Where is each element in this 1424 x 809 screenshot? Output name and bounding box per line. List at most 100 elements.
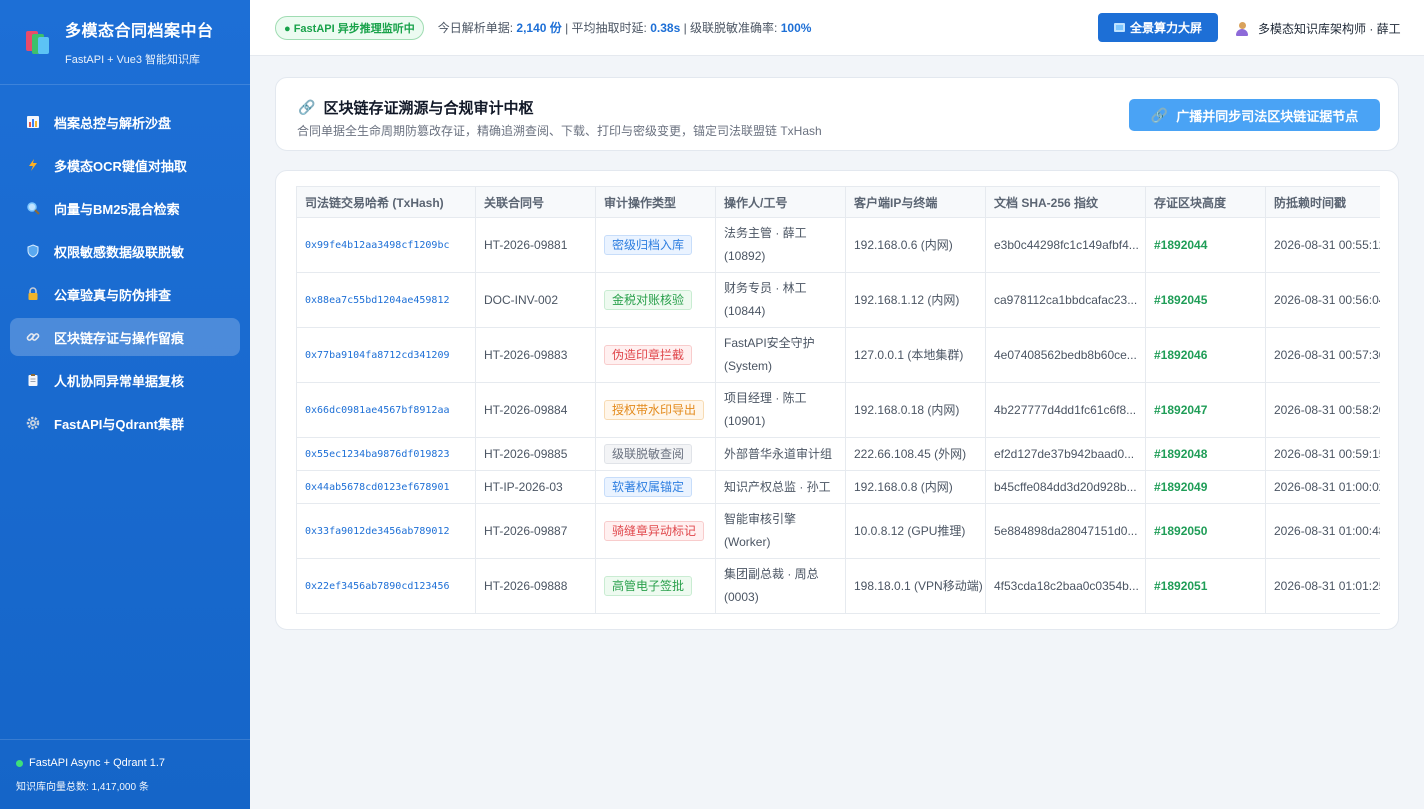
client-ip-cell: 222.66.108.45 (外网) xyxy=(845,437,986,471)
block-height-cell: #1892047 xyxy=(1145,382,1266,438)
sidebar-item-seal[interactable]: 公章验真与防伪排查 xyxy=(10,275,240,313)
tx-hash-cell[interactable]: 0x22ef3456ab7890cd123456 xyxy=(296,558,476,614)
tx-hash[interactable]: 0x55ec1234ba9876df019823 xyxy=(305,449,450,460)
contract-id-cell: HT-2026-09885 xyxy=(475,437,596,471)
monitor-icon xyxy=(1113,23,1125,32)
timestamp-cell: 2026-08-31 00:59:15 xyxy=(1265,437,1380,471)
block-height-cell: #1892048 xyxy=(1145,437,1266,471)
operator: 智能审核引擎 (Worker) xyxy=(724,512,797,549)
broadcast-sync-button[interactable]: 🔗 广播并同步司法区块链证据节点 xyxy=(1129,99,1380,131)
operator-cell: 知识产权总监 · 孙工 xyxy=(715,470,846,504)
table-row[interactable]: 0x88ea7c55bd1204ae459812 DOC-INV-002 金税对账核… xyxy=(296,272,1380,328)
audit-table-card: 司法链交易哈希 (TxHash) 关联合同号 审计操作类型 操作人/工号 客户端… xyxy=(275,170,1399,630)
operation-type-cell: 授权带水印导出 xyxy=(595,382,716,438)
client-ip-cell: 192.168.0.6 (内网) xyxy=(845,217,986,273)
tx-hash[interactable]: 0x44ab5678cd0123ef678901 xyxy=(305,482,450,493)
tx-hash-cell[interactable]: 0x88ea7c55bd1204ae459812 xyxy=(296,272,476,328)
sidebar-item-cluster[interactable]: FastAPI与Qdrant集群 xyxy=(10,404,240,442)
operator-cell: 项目经理 · 陈工 (10901) xyxy=(715,382,846,438)
tx-hash-cell[interactable]: 0x33fa9012de3456ab789012 xyxy=(296,503,476,559)
broadcast-button-label: 广播并同步司法区块链证据节点 xyxy=(1176,108,1359,124)
block-height-cell: #1892044 xyxy=(1145,217,1266,273)
operation-tag: 金税对账核验 xyxy=(604,289,693,310)
sha256-cell: 5e884898da28047151d0... xyxy=(985,503,1146,559)
stat-latency-value: 0.38s xyxy=(650,21,681,35)
shield-icon xyxy=(25,244,40,259)
contract-id-cell: DOC-INV-002 xyxy=(475,272,596,328)
operator-cell: 外部普华永道审计组 xyxy=(715,437,846,471)
tx-hash[interactable]: 0x88ea7c55bd1204ae459812 xyxy=(305,295,450,306)
tx-hash[interactable]: 0x66dc0981ae4567bf8912aa xyxy=(305,405,450,416)
status-dot-icon xyxy=(16,759,23,767)
table-row[interactable]: 0x66dc0981ae4567bf8912aa HT-2026-09884 授权带… xyxy=(296,382,1380,438)
contract-id-cell: HT-2026-09883 xyxy=(475,327,596,383)
link-icon: 🔗 xyxy=(298,99,316,115)
table-row[interactable]: 0x44ab5678cd0123ef678901 HT-IP-2026-03 软著权… xyxy=(296,470,1380,504)
contract-id-cell: HT-2026-09887 xyxy=(475,503,596,559)
clipboard-icon xyxy=(25,373,40,388)
link-icon xyxy=(25,330,40,345)
user-avatar-icon xyxy=(1235,21,1249,36)
page-title-text: 区块链存证溯源与合规审计中枢 xyxy=(323,100,534,117)
table-row[interactable]: 0x33fa9012de3456ab789012 HT-2026-09887 骑缝章… xyxy=(296,503,1380,559)
tx-hash-cell[interactable]: 0x44ab5678cd0123ef678901 xyxy=(296,470,476,504)
sidebar-item-masking[interactable]: 权限敏感数据级联脱敏 xyxy=(10,232,240,270)
table-row[interactable]: 0x55ec1234ba9876df019823 HT-2026-09885 级联脱… xyxy=(296,437,1380,471)
operation-tag: 骑缝章异动标记 xyxy=(604,520,705,541)
books-logo-icon xyxy=(24,29,50,55)
sidebar-item-search[interactable]: 向量与BM25混合检索 xyxy=(10,189,240,227)
cluster-status: FastAPI Async + Qdrant 1.7 xyxy=(29,757,166,769)
user-profile[interactable]: 多模态知识库架构师 · 薛工 xyxy=(1235,20,1401,37)
sidebar-item-ocr[interactable]: 多模态OCR键值对抽取 xyxy=(10,146,240,184)
sha256-cell: 4b227777d4dd1fc61c6f8... xyxy=(985,382,1146,438)
tx-hash[interactable]: 0x99fe4b12aa3498cf1209bc xyxy=(305,240,450,251)
table-header-row: 司法链交易哈希 (TxHash) 关联合同号 审计操作类型 操作人/工号 客户端… xyxy=(296,186,1380,218)
column-header: 关联合同号 xyxy=(475,186,596,218)
operation-tag: 授权带水印导出 xyxy=(604,399,705,420)
block-height: #1892046 xyxy=(1154,347,1208,362)
operator: 法务主管 · 薛工 (10892) xyxy=(724,226,807,263)
operation-tag: 级联脱敏查阅 xyxy=(604,443,693,464)
tx-hash[interactable]: 0x22ef3456ab7890cd123456 xyxy=(305,581,450,592)
table-body: 0x99fe4b12aa3498cf1209bc HT-2026-09881 密级归… xyxy=(296,217,1380,614)
tx-hash-cell[interactable]: 0x55ec1234ba9876df019823 xyxy=(296,437,476,471)
tx-hash-cell[interactable]: 0x66dc0981ae4567bf8912aa xyxy=(296,382,476,438)
operator: 财务专员 · 林工 (10844) xyxy=(724,281,807,318)
block-height-cell: #1892046 xyxy=(1145,327,1266,383)
sidebar-item-review[interactable]: 人机协同异常单据复核 xyxy=(10,361,240,399)
table-row[interactable]: 0x99fe4b12aa3498cf1209bc HT-2026-09881 密级归… xyxy=(296,217,1380,273)
timestamp-cell: 2026-08-31 00:58:20 xyxy=(1265,382,1380,438)
dashboard-button[interactable]: 全景算力大屏 xyxy=(1098,13,1218,42)
operation-tag: 密级归档入库 xyxy=(604,234,693,255)
timestamp-cell: 2026-08-31 01:00:48 xyxy=(1265,503,1380,559)
search-icon xyxy=(25,201,40,216)
client-ip-cell: 198.18.0.1 (VPN移动端) xyxy=(845,558,986,614)
audit-log-table: 司法链交易哈希 (TxHash) 关联合同号 审计操作类型 操作人/工号 客户端… xyxy=(296,186,1380,614)
contract-id-cell: HT-IP-2026-03 xyxy=(475,470,596,504)
sidebar-item-dashboard[interactable]: 档案总控与解析沙盘 xyxy=(10,103,240,141)
sidebar-item-label: 人机协同异常单据复核 xyxy=(54,373,185,389)
stat-docs-label: 今日解析单据: xyxy=(437,21,517,35)
client-ip-cell: 192.168.0.8 (内网) xyxy=(845,470,986,504)
operator-cell: 集团副总裁 · 周总 (0003) xyxy=(715,558,846,614)
operator-cell: 法务主管 · 薛工 (10892) xyxy=(715,217,846,273)
timestamp-cell: 2026-08-31 00:55:12 xyxy=(1265,217,1380,273)
operator-cell: 财务专员 · 林工 (10844) xyxy=(715,272,846,328)
column-header: 客户端IP与终端 xyxy=(845,186,986,218)
column-header: 文档 SHA-256 指纹 xyxy=(985,186,1146,218)
operator: 外部普华永道审计组 xyxy=(724,446,833,461)
tx-hash[interactable]: 0x77ba9104fa8712cd341209 xyxy=(305,350,450,361)
operation-type-cell: 伪造印章拦截 xyxy=(595,327,716,383)
client-ip-cell: 192.168.1.12 (内网) xyxy=(845,272,986,328)
table-row[interactable]: 0x22ef3456ab7890cd123456 HT-2026-09888 高管电… xyxy=(296,558,1380,614)
table-scroll-container[interactable]: 司法链交易哈希 (TxHash) 关联合同号 审计操作类型 操作人/工号 客户端… xyxy=(296,186,1380,614)
tx-hash[interactable]: 0x33fa9012de3456ab789012 xyxy=(305,526,450,537)
stat-accuracy-label: | 级联脱敏准确率: xyxy=(680,21,781,35)
tx-hash-cell[interactable]: 0x99fe4b12aa3498cf1209bc xyxy=(296,217,476,273)
timestamp-cell: 2026-08-31 01:01:25 xyxy=(1265,558,1380,614)
link-icon: 🔗 xyxy=(1150,106,1169,123)
sidebar-item-blockchain[interactable]: 区块链存证与操作留痕 xyxy=(10,318,240,356)
tx-hash-cell[interactable]: 0x77ba9104fa8712cd341209 xyxy=(296,327,476,383)
table-row[interactable]: 0x77ba9104fa8712cd341209 HT-2026-09883 伪造印… xyxy=(296,327,1380,383)
sha256-cell: ca978112ca1bbdcafac23... xyxy=(985,272,1146,328)
